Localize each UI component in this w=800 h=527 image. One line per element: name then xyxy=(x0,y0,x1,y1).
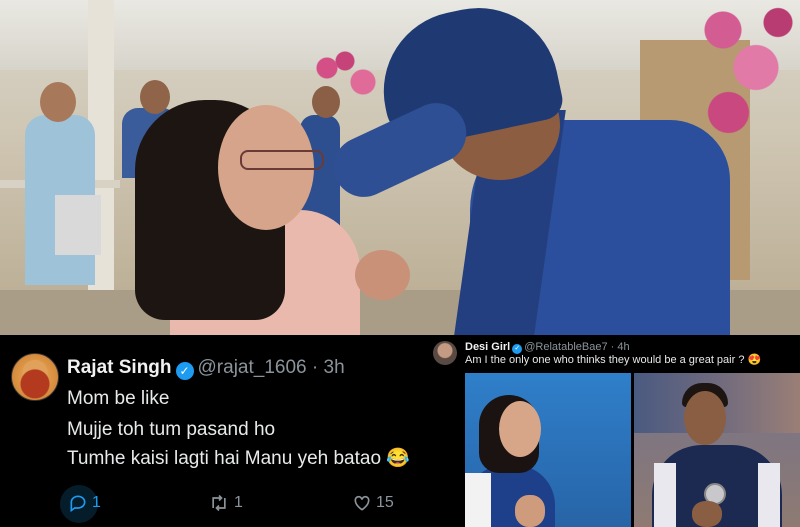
reply-icon xyxy=(70,495,86,513)
tweet-text-line: Mujje toh tum pasand ho xyxy=(67,419,276,440)
retweet-button[interactable]: 1 xyxy=(208,493,243,513)
quoted-image-1[interactable] xyxy=(465,373,631,527)
tweet-header: Rajat Singh ✓ @rajat_1606 · 3h xyxy=(67,357,345,380)
jacket-sleeve xyxy=(654,463,676,527)
like-button[interactable]: 15 xyxy=(352,493,394,513)
tweet-text-line: Tumhe kaisi lagti hai Manu yeh batao 😂 xyxy=(67,448,410,469)
quoted-tweet-time[interactable]: 4h xyxy=(617,341,629,353)
athlete-face xyxy=(499,401,541,457)
quoted-display-name[interactable]: Desi Girl xyxy=(465,341,510,353)
separator: · xyxy=(610,341,615,353)
tweet-time[interactable]: 3h xyxy=(324,357,345,378)
woman-hand xyxy=(355,250,410,300)
event-photo xyxy=(0,0,800,335)
bystander-head xyxy=(312,86,340,118)
bystander-head xyxy=(40,82,76,122)
user-handle[interactable]: @rajat_1606 xyxy=(198,357,307,378)
quoted-tweet-text: Am I the only one who thinks they would … xyxy=(465,354,762,366)
reply-count: 1 xyxy=(92,494,101,511)
display-name[interactable]: Rajat Singh xyxy=(67,357,172,378)
user-avatar[interactable] xyxy=(11,353,59,401)
like-count: 15 xyxy=(376,494,394,511)
bystander-head xyxy=(140,80,170,114)
flower-decor xyxy=(690,0,800,150)
jacket-sleeve xyxy=(758,463,780,527)
verified-badge-icon: ✓ xyxy=(175,362,194,380)
glasses xyxy=(240,150,324,170)
tweet-actions: 1 1 15 xyxy=(0,485,463,525)
separator: · xyxy=(311,357,319,378)
jersey-sleeve xyxy=(465,473,491,527)
reply-button[interactable]: 1 xyxy=(68,493,101,513)
tweet-card[interactable]: Rajat Singh ✓ @rajat_1606 · 3h Mom be like… xyxy=(0,335,463,527)
tweet-text-line: Mom be like xyxy=(67,388,170,409)
quoted-user-avatar[interactable] xyxy=(433,341,457,365)
athlete-hand xyxy=(515,495,545,527)
athlete-hand xyxy=(692,501,722,527)
bucket xyxy=(55,195,101,255)
quoted-image-2[interactable] xyxy=(634,373,800,527)
quoted-user-handle[interactable]: @RelatableBae7 xyxy=(524,341,607,353)
retweet-icon xyxy=(212,494,226,512)
retweet-count: 1 xyxy=(234,494,243,511)
athlete-face xyxy=(684,391,726,445)
like-icon xyxy=(354,495,370,511)
